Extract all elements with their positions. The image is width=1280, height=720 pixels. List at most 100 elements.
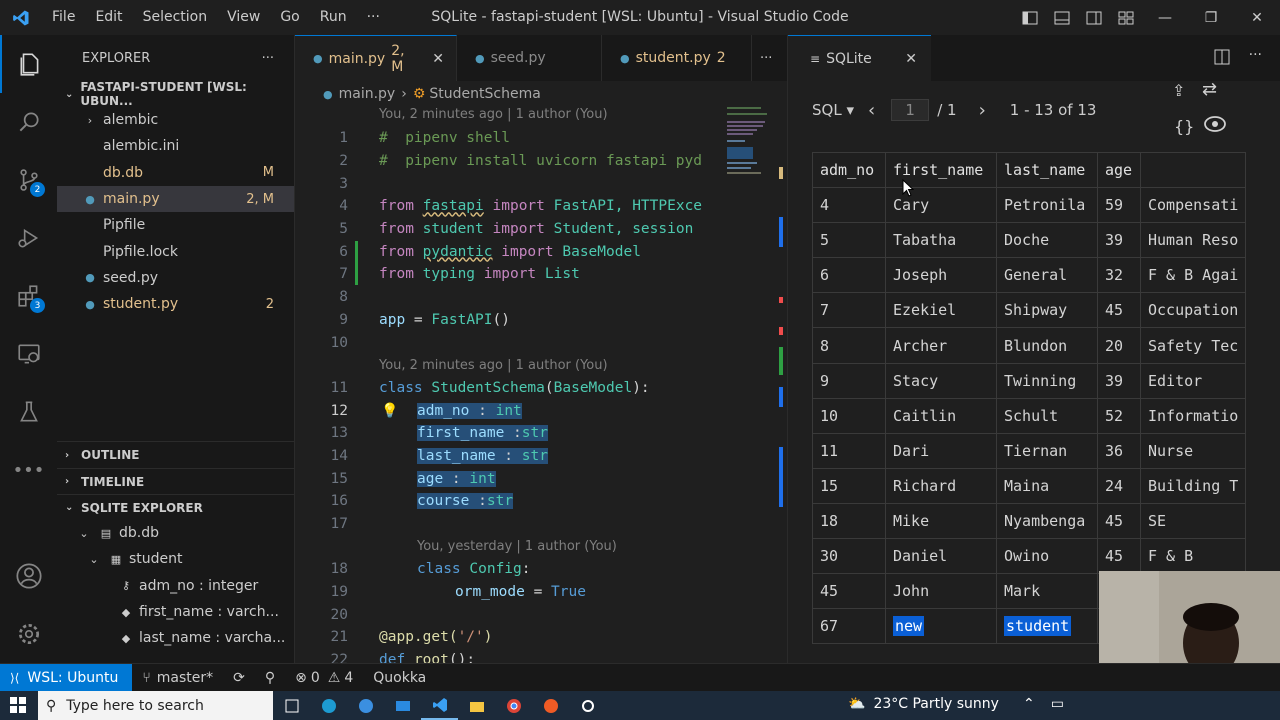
table-cell[interactable]: Twinning [996,362,1098,399]
source-control-icon[interactable]: 2 [0,151,57,209]
table-row[interactable]: 10 Caitlin Schult 52 Informatio [812,397,1247,434]
column-item[interactable]: ◆ last_name : varcha... [57,625,295,651]
settings-taskbar-icon[interactable] [569,691,606,720]
taskbar-search[interactable]: ⚲ Type here to search [38,691,273,720]
extensions-icon[interactable]: 3 [0,267,57,325]
file-explorer-icon[interactable] [458,691,495,720]
page-input[interactable]: 1 [891,99,930,121]
run-debug-icon[interactable] [0,209,57,267]
more-views-icon[interactable]: ••• [0,441,57,499]
table-cell[interactable]: 32 [1097,257,1141,294]
table-row[interactable]: 6 Joseph General 32 F & B Agai [812,257,1247,294]
toggle-sidebar-icon[interactable] [1014,0,1046,35]
ports-icon[interactable]: ⚲ [255,670,285,686]
swap-icon[interactable]: ⇄ [1202,79,1217,100]
branch-indicator[interactable]: ⑂ master* [132,670,223,686]
sqlite-explorer-header[interactable]: ⌄ SQLITE EXPLORER [57,494,295,520]
table-cell[interactable]: John [885,573,997,610]
table-cell[interactable]: 52 [1097,397,1141,434]
workspace-header[interactable]: ⌄ FASTAPI-STUDENT [WSL: UBUN... [57,80,294,108]
table-cell[interactable]: Nurse [1139,432,1247,469]
table-cell[interactable]: 39 [1097,362,1141,399]
table-cell[interactable]: 67 [812,608,886,645]
app-icon[interactable] [347,691,384,720]
chevron-up-icon[interactable]: ⌃ [1023,696,1035,712]
table-cell[interactable]: Caitlin [885,397,997,434]
table-cell[interactable]: Human Reso [1139,222,1247,259]
column-header[interactable]: adm_no [812,151,886,189]
table-cell[interactable]: Safety Tec [1139,327,1247,364]
tree-item-alembic-ini[interactable]: alembic.ini [57,133,294,159]
table-row[interactable]: 18 Mike Nyambenga 45 SE [812,502,1247,540]
table-cell[interactable]: 24 [1097,467,1141,504]
table-row[interactable]: 9 Stacy Twinning 39 Editor [812,362,1247,399]
toggle-panel-icon[interactable] [1046,0,1078,35]
menu-go[interactable]: Go [270,0,309,35]
blame-annotation[interactable]: You, 2 minutes ago | 1 author (You) [379,358,608,373]
table-cell[interactable]: Maina [996,467,1098,504]
breadcrumb-symbol[interactable]: StudentSchema [429,86,540,102]
manage-gear-icon[interactable] [0,605,57,663]
lightbulb-icon[interactable]: 💡 [381,403,398,419]
table-cell[interactable]: Occupation [1139,292,1247,329]
panel-more-button[interactable]: ··· [1249,47,1262,63]
table-cell[interactable]: 10 [812,397,886,434]
table-cell[interactable]: 45 [1097,538,1141,575]
tab-student-py[interactable]: ● student.py 2 [602,35,752,81]
tab-sqlite[interactable]: ≡ SQLite ✕ [788,35,931,81]
testing-icon[interactable] [0,383,57,441]
table-cell[interactable]: Owino [996,538,1098,575]
table-cell[interactable]: 45 [812,573,886,610]
mail-icon[interactable] [384,691,421,720]
table-cell[interactable]: Mike [885,502,997,540]
table-cell[interactable]: Petronila [996,187,1098,224]
sqlite-db-item[interactable]: ⌄ ▤ db.db [57,520,295,546]
code-area[interactable]: 1 # pipenv shell 2 # pipenv install uvicor… [295,127,787,672]
table-cell[interactable]: 15 [812,467,886,504]
outline-header[interactable]: › OUTLINE [57,442,295,468]
close-tab-icon[interactable]: ✕ [905,51,917,67]
table-cell[interactable]: Tiernan [996,432,1098,469]
table-cell[interactable]: Archer [885,327,997,364]
column-item[interactable]: ◆ first_name : varch... [57,599,295,625]
table-cell[interactable]: Daniel [885,538,997,575]
table-cell[interactable]: SE [1139,502,1247,540]
table-cell[interactable]: Doche [996,222,1098,259]
table-cell[interactable]: Stacy [885,362,997,399]
sql-mode-dropdown[interactable]: SQL ▾ [812,101,854,119]
table-cell[interactable]: 4 [812,187,886,224]
chrome-icon[interactable] [495,691,532,720]
table-cell[interactable]: Blundon [996,327,1098,364]
table-cell[interactable]: Shipway [996,292,1098,329]
breadcrumb-file[interactable]: main.py [339,86,396,102]
table-cell[interactable]: 18 [812,502,886,540]
table-cell[interactable]: student [996,608,1098,645]
menu-run[interactable]: Run [310,0,357,35]
quokka-button[interactable]: Quokka [363,670,436,686]
sync-icon[interactable]: ⟳ [223,670,255,686]
table-cell[interactable]: 36 [1097,432,1141,469]
tree-item-student-py[interactable]: ● student.py 2 [57,291,294,317]
explorer-more-button[interactable]: ··· [262,51,274,66]
menu-edit[interactable]: Edit [85,0,132,35]
tree-item-pipfile[interactable]: Pipfile [57,212,294,238]
prev-page-icon[interactable]: ‹ [868,100,875,121]
table-cell[interactable]: Tabatha [885,222,997,259]
table-cell[interactable]: 30 [812,538,886,575]
table-row[interactable]: 5 Tabatha Doche 39 Human Reso [812,222,1247,259]
export-icon[interactable]: ⇪ [1172,81,1185,100]
tab-seed-py[interactable]: ● seed.py [457,35,602,81]
edge-icon[interactable] [310,691,347,720]
table-cell[interactable]: Dari [885,432,997,469]
editor-more-button[interactable]: ··· [752,35,772,81]
tree-item-pipfile-lock[interactable]: Pipfile.lock [57,238,294,264]
restore-icon[interactable]: ❐ [1188,0,1234,35]
close-tab-icon[interactable]: ✕ [432,51,444,67]
menu-more[interactable]: ··· [357,0,390,35]
table-cell[interactable]: 9 [812,362,886,399]
table-cell[interactable]: 6 [812,257,886,294]
explorer-icon[interactable] [0,35,57,93]
table-cell[interactable]: 20 [1097,327,1141,364]
remote-explorer-icon[interactable] [0,325,57,383]
table-cell[interactable]: 39 [1097,222,1141,259]
